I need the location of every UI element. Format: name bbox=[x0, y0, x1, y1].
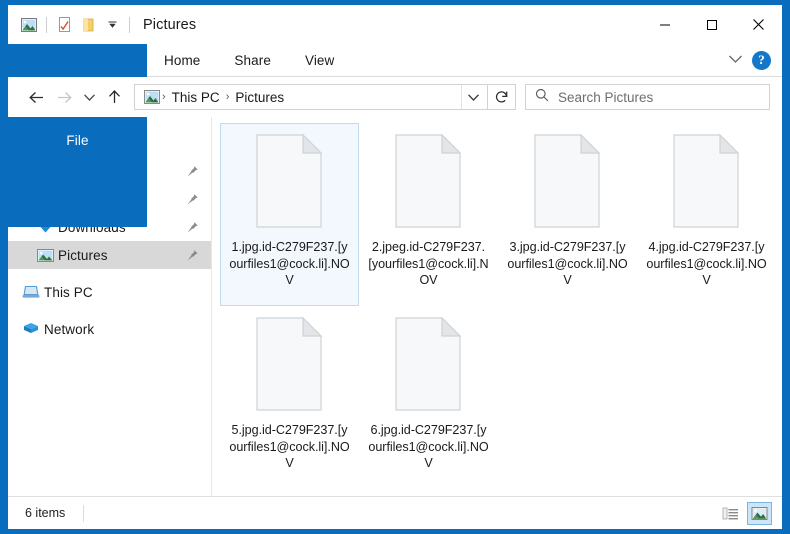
breadcrumb-item-this-pc[interactable]: This PC bbox=[168, 90, 224, 105]
view-toggle-group bbox=[718, 501, 772, 525]
file-item[interactable]: 5.jpg.id-C279F237.[yourfiles1@cock.li].N… bbox=[220, 306, 359, 489]
details-view-button[interactable] bbox=[718, 502, 743, 525]
address-bar[interactable]: › This PC › Pictures bbox=[134, 84, 488, 110]
search-icon bbox=[535, 88, 549, 107]
pin-icon[interactable] bbox=[185, 220, 199, 234]
tab-view[interactable]: View bbox=[288, 44, 351, 76]
expand-ribbon-chevron-icon[interactable] bbox=[728, 51, 743, 69]
customize-chevron-icon[interactable] bbox=[100, 13, 124, 37]
close-button[interactable] bbox=[735, 5, 782, 44]
file-name: 6.jpg.id-C279F237.[yourfiles1@cock.li].N… bbox=[368, 423, 489, 470]
file-name: 2.jpeg.id-C279F237.[yourfiles1@cock.li].… bbox=[368, 240, 489, 287]
sidebar-item-label: Pictures bbox=[58, 247, 108, 263]
up-button[interactable] bbox=[100, 83, 128, 111]
sidebar-gap-2 bbox=[8, 306, 211, 315]
window-controls bbox=[641, 5, 782, 44]
file-item[interactable]: 4.jpg.id-C279F237.[yourfiles1@cock.li].N… bbox=[637, 123, 776, 306]
properties-icon[interactable] bbox=[52, 13, 76, 37]
generic-file-icon bbox=[253, 316, 326, 412]
generic-file-icon bbox=[253, 133, 326, 229]
file-name: 1.jpg.id-C279F237.[yourfiles1@cock.li].N… bbox=[229, 240, 350, 287]
file-item[interactable]: 6.jpg.id-C279F237.[yourfiles1@cock.li].N… bbox=[359, 306, 498, 489]
file-item[interactable]: 3.jpg.id-C279F237.[yourfiles1@cock.li].N… bbox=[498, 123, 637, 306]
qat-divider-2 bbox=[129, 16, 130, 33]
sidebar-item-label: This PC bbox=[44, 284, 93, 300]
generic-file-icon bbox=[531, 133, 604, 229]
sidebar-item-this-pc[interactable]: This PC bbox=[8, 278, 211, 306]
ribbon-right-controls: ? bbox=[728, 44, 782, 76]
refresh-button[interactable] bbox=[488, 84, 516, 110]
pictures-icon bbox=[36, 246, 54, 264]
generic-file-icon bbox=[392, 316, 465, 412]
file-list-view[interactable]: 1.jpg.id-C279F237.[yourfiles1@cock.li].N… bbox=[212, 117, 782, 496]
qat-divider-1 bbox=[46, 16, 47, 33]
recent-locations-chevron-icon[interactable] bbox=[78, 83, 100, 111]
tab-file[interactable]: File bbox=[8, 44, 147, 227]
sidebar-item-network[interactable]: Network bbox=[8, 315, 211, 343]
network-icon bbox=[22, 320, 40, 338]
breadcrumb: › This PC › Pictures bbox=[142, 90, 461, 105]
sidebar-gap-1 bbox=[8, 269, 211, 278]
back-button[interactable] bbox=[22, 83, 50, 111]
quick-access-toolbar bbox=[8, 13, 135, 37]
forward-button[interactable] bbox=[50, 83, 78, 111]
pin-icon[interactable] bbox=[185, 192, 199, 206]
tab-share[interactable]: Share bbox=[217, 44, 288, 76]
minimize-button[interactable] bbox=[641, 5, 688, 44]
address-dropdown-chevron-icon[interactable] bbox=[461, 85, 485, 109]
sidebar-item-pictures[interactable]: Pictures bbox=[8, 241, 211, 269]
item-count-label: 6 items bbox=[25, 506, 66, 520]
search-input[interactable]: Search Pictures bbox=[525, 84, 770, 110]
new-folder-icon[interactable] bbox=[76, 13, 100, 37]
breadcrumb-pictures-icon bbox=[142, 90, 160, 104]
pin-icon[interactable] bbox=[185, 164, 199, 178]
picture-icon[interactable] bbox=[17, 13, 41, 37]
file-name: 3.jpg.id-C279F237.[yourfiles1@cock.li].N… bbox=[507, 240, 628, 287]
navigation-bar: › This PC › Pictures Search Pictures bbox=[8, 77, 782, 117]
file-item[interactable]: 1.jpg.id-C279F237.[yourfiles1@cock.li].N… bbox=[220, 123, 359, 306]
file-item[interactable]: 2.jpeg.id-C279F237.[yourfiles1@cock.li].… bbox=[359, 123, 498, 306]
file-name: 5.jpg.id-C279F237.[yourfiles1@cock.li].N… bbox=[229, 423, 350, 470]
file-grid: 1.jpg.id-C279F237.[yourfiles1@cock.li].N… bbox=[220, 123, 782, 489]
generic-file-icon bbox=[670, 133, 743, 229]
status-bar: 6 items bbox=[8, 496, 782, 529]
tab-home[interactable]: Home bbox=[147, 44, 217, 76]
breadcrumb-separator-1: › bbox=[162, 91, 166, 103]
help-button[interactable]: ? bbox=[752, 50, 771, 70]
pin-icon[interactable] bbox=[185, 248, 199, 262]
large-icons-view-button[interactable] bbox=[747, 501, 772, 525]
window-title: Pictures bbox=[143, 16, 197, 33]
maximize-button[interactable] bbox=[688, 5, 735, 44]
title-bar: Pictures bbox=[8, 5, 782, 44]
this-pc-icon bbox=[22, 283, 40, 301]
breadcrumb-separator-2: › bbox=[225, 91, 230, 103]
sidebar-item-label: Network bbox=[44, 321, 95, 337]
status-divider bbox=[83, 504, 85, 522]
file-name: 4.jpg.id-C279F237.[yourfiles1@cock.li].N… bbox=[646, 240, 767, 287]
generic-file-icon bbox=[392, 133, 465, 229]
file-explorer-window: Pictures File Home Share View ? › This P… bbox=[8, 5, 782, 529]
breadcrumb-item-pictures[interactable]: Pictures bbox=[231, 90, 288, 105]
search-placeholder: Search Pictures bbox=[558, 89, 654, 105]
ribbon-tab-bar: File Home Share View ? bbox=[8, 44, 782, 227]
